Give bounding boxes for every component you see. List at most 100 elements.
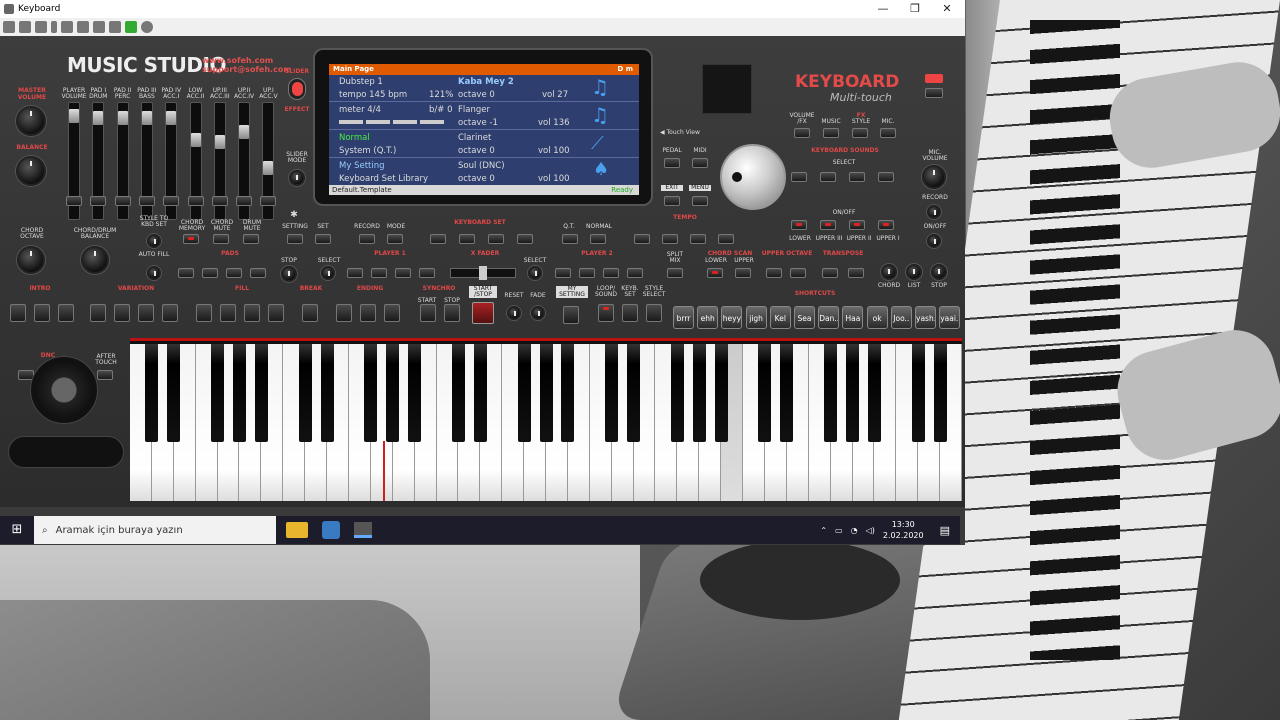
player1-forward[interactable]	[371, 268, 387, 278]
black-key[interactable]	[867, 344, 881, 442]
record-button[interactable]	[927, 205, 941, 219]
sound-select-2[interactable]	[820, 172, 836, 182]
pedal-button[interactable]	[664, 158, 680, 168]
section-button-15[interactable]	[420, 304, 436, 322]
section-button-7[interactable]	[196, 304, 212, 322]
x-fader-slider[interactable]	[450, 266, 516, 280]
black-key[interactable]	[692, 344, 706, 442]
master-volume-knob[interactable]	[16, 106, 46, 136]
transpose-flat[interactable]	[822, 268, 838, 278]
fader-mute-1[interactable]	[90, 196, 107, 206]
my-setting-button[interactable]	[563, 306, 579, 324]
shortcut-5[interactable]: Kel	[769, 306, 791, 329]
fader-handle-1[interactable]	[93, 111, 104, 125]
keyb-set-button[interactable]	[622, 304, 638, 322]
sound-select-3[interactable]	[849, 172, 865, 182]
tempo-plus-button[interactable]	[662, 234, 678, 244]
player2-rewind[interactable]	[555, 268, 571, 278]
black-key[interactable]	[846, 344, 860, 442]
split-mix-button[interactable]	[667, 268, 683, 278]
touch-view-label[interactable]: ◀ Touch View	[660, 130, 710, 136]
black-key[interactable]	[605, 344, 619, 442]
start-stop-button[interactable]	[472, 302, 494, 324]
grid-icon[interactable]	[93, 21, 105, 33]
section-button-3[interactable]	[90, 304, 106, 322]
section-button-6[interactable]	[162, 304, 178, 322]
dropdown-icon[interactable]	[51, 21, 57, 33]
set-button[interactable]	[315, 234, 331, 244]
mode-button[interactable]	[387, 234, 403, 244]
pad-4[interactable]	[250, 268, 266, 278]
chord-mute-button[interactable]	[213, 234, 229, 244]
top-right-button[interactable]	[925, 88, 943, 98]
fader-handle-3[interactable]	[141, 111, 152, 125]
section-button-0[interactable]	[10, 304, 26, 322]
player2-stop[interactable]	[603, 268, 619, 278]
drum-mute-button[interactable]	[243, 234, 259, 244]
clock[interactable]: 13:30 2.02.2020	[883, 519, 924, 541]
exit-button[interactable]	[664, 196, 680, 206]
balance-knob[interactable]	[16, 156, 46, 186]
shortcut-2[interactable]: ehh	[697, 306, 719, 329]
fader-handle-4[interactable]	[166, 111, 177, 125]
folder-icon[interactable]	[19, 21, 31, 33]
section-button-10[interactable]	[268, 304, 284, 322]
black-key[interactable]	[933, 344, 947, 442]
tempo-lock-button[interactable]	[690, 234, 706, 244]
keyboard-set-4[interactable]	[517, 234, 533, 244]
fader-handle-6[interactable]	[214, 135, 225, 149]
fader-mute-2[interactable]	[114, 196, 131, 206]
black-key[interactable]	[451, 344, 465, 442]
touch-pad[interactable]	[8, 436, 124, 468]
black-key[interactable]	[714, 344, 728, 442]
black-key[interactable]	[408, 344, 422, 442]
black-key[interactable]	[145, 344, 159, 442]
black-key[interactable]	[758, 344, 772, 442]
select-player1-button[interactable]	[321, 266, 335, 280]
mic-fx-button[interactable]	[880, 128, 896, 138]
black-key[interactable]	[320, 344, 334, 442]
fader-handle-2[interactable]	[117, 111, 128, 125]
fader-mute-4[interactable]	[163, 196, 180, 206]
joystick[interactable]	[30, 356, 98, 424]
black-key[interactable]	[232, 344, 246, 442]
taskbar-search[interactable]: ⌕ Aramak için buraya yazın	[34, 516, 276, 544]
sound-on-4[interactable]	[878, 220, 894, 230]
fader-handle-5[interactable]	[190, 133, 201, 147]
section-button-16[interactable]	[444, 304, 460, 322]
fader-mute-8[interactable]	[260, 196, 277, 206]
fader-mute-0[interactable]	[66, 196, 82, 206]
qt-button[interactable]	[562, 234, 578, 244]
black-key[interactable]	[386, 344, 400, 442]
chord-scan-lower-button[interactable]	[707, 268, 723, 278]
section-button-9[interactable]	[244, 304, 260, 322]
auto-fill-button[interactable]	[147, 266, 161, 280]
chord-scan-upper-button[interactable]	[735, 268, 751, 278]
sound-on-1[interactable]	[791, 220, 807, 230]
fade-button[interactable]	[531, 306, 545, 320]
style-to-kbd-set-button[interactable]	[147, 234, 161, 248]
reset-button[interactable]	[507, 306, 521, 320]
file-explorer-icon[interactable]	[286, 522, 308, 538]
black-key[interactable]	[627, 344, 641, 442]
pad-stop-button[interactable]	[281, 266, 297, 282]
black-key[interactable]	[298, 344, 312, 442]
section-button-4[interactable]	[114, 304, 130, 322]
black-key[interactable]	[473, 344, 487, 442]
player2-play[interactable]	[627, 268, 643, 278]
shortcut-12[interactable]: yaai..	[939, 306, 961, 329]
black-key[interactable]	[167, 344, 181, 442]
after-touch-button[interactable]	[97, 370, 113, 380]
fader-handle-0[interactable]	[69, 109, 79, 123]
midi-button[interactable]	[692, 158, 708, 168]
black-key[interactable]	[670, 344, 684, 442]
black-key[interactable]	[911, 344, 925, 442]
section-button-5[interactable]	[138, 304, 154, 322]
section-button-8[interactable]	[220, 304, 236, 322]
upper-octave-plus[interactable]	[790, 268, 806, 278]
stop-button-right[interactable]	[931, 264, 947, 280]
tempo-reset-button[interactable]	[718, 234, 734, 244]
pad-2[interactable]	[202, 268, 218, 278]
fader-mute-7[interactable]	[236, 196, 253, 206]
pad-1[interactable]	[178, 268, 194, 278]
